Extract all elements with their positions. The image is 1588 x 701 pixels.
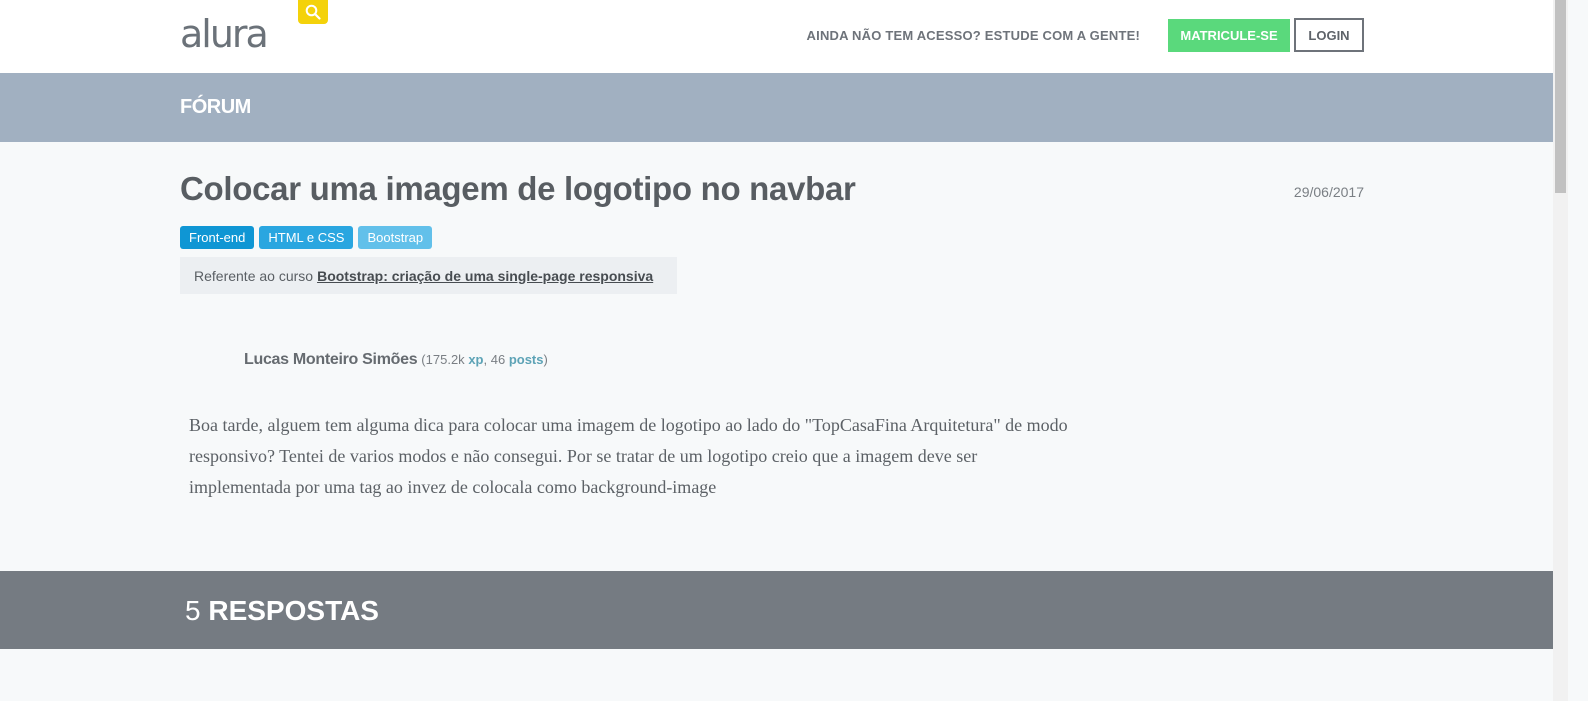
answers-title: 5 RESPOSTAS [185,595,379,627]
author-info: Lucas Monteiro Simões (175.2k xp, 46 pos… [244,351,548,369]
answers-header: 5 RESPOSTAS [0,571,1553,649]
enroll-button[interactable]: MATRICULE-SE [1168,19,1290,52]
course-prefix: Referente ao curso [194,267,314,284]
topic-tags: Front-end HTML e CSS Bootstrap [180,226,433,249]
author-stats: (175.2k xp, 46 posts) [421,352,548,367]
signup-prompt: AINDA NÃO TEM ACESSO? ESTUDE COM A GENTE… [806,28,1140,43]
tag-front-end[interactable]: Front-end [180,226,255,249]
tag-bootstrap[interactable]: Bootstrap [358,226,433,249]
forum-banner: FÓRUM [0,73,1553,142]
course-reference: Referente ao curso Bootstrap: criação de… [180,257,677,294]
course-link[interactable]: Bootstrap: criação de uma single-page re… [317,268,653,284]
author-xp-value: 175.2k [425,352,465,367]
forum-title[interactable]: FÓRUM [180,96,251,119]
tag-html-css[interactable]: HTML e CSS [259,226,354,249]
author-xp-link[interactable]: xp [468,352,483,367]
author-name[interactable]: Lucas Monteiro Simões [244,351,418,369]
search-button[interactable] [298,0,328,24]
page-scrollbar[interactable] [1553,0,1568,701]
scrollbar-thumb[interactable] [1555,0,1566,193]
login-button[interactable]: LOGIN [1294,18,1364,52]
search-icon [305,4,321,20]
author-posts-count: 46 [490,352,506,367]
author-posts-link[interactable]: posts [509,352,544,367]
top-header: alura AINDA NÃO TEM ACESSO? ESTUDE COM A… [0,0,1553,73]
answers-count: 5 [185,595,201,626]
answers-label: RESPOSTAS [208,595,379,626]
alura-logo[interactable]: alura [180,14,269,54]
topic-date: 29/06/2017 [1293,184,1364,200]
topic-title: Colocar uma imagem de logotipo no navbar [180,170,856,207]
post-body: Boa tarde, alguem tem alguma dica para c… [189,415,1068,497]
